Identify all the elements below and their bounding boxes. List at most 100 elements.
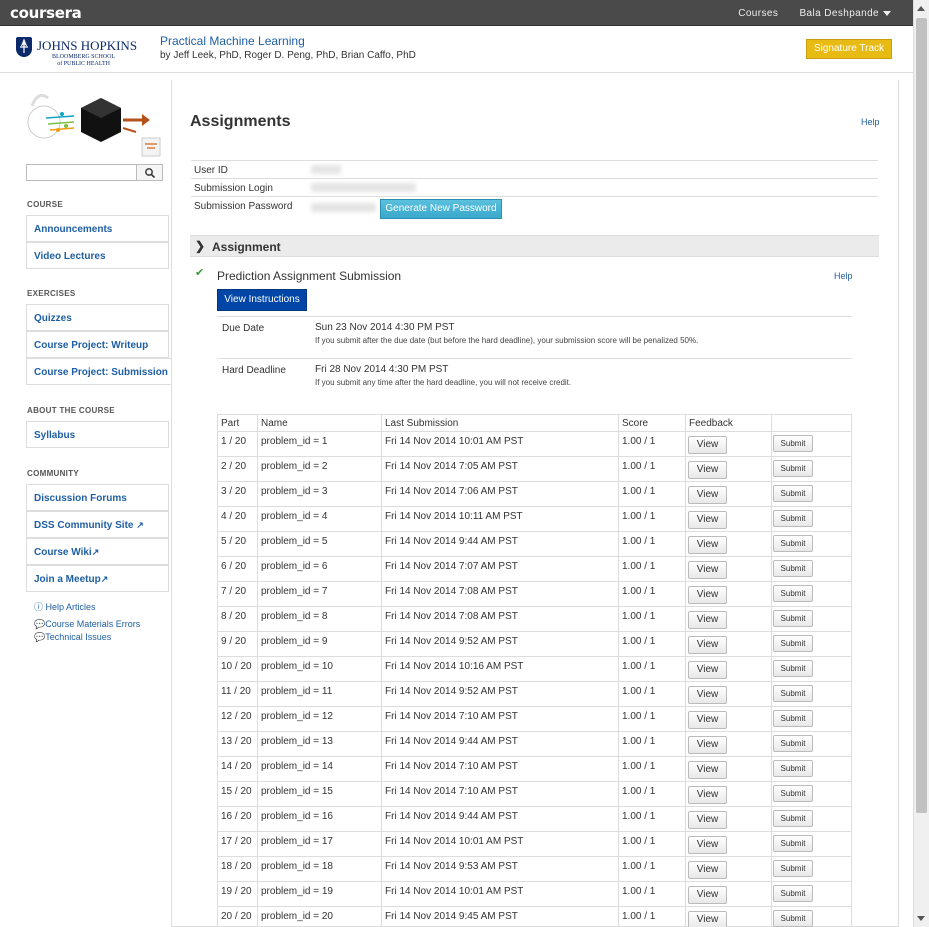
cell-part: 4 / 20 [221,511,247,522]
cell-part: 18 / 20 [221,861,252,872]
submit-button[interactable]: Submit [773,635,813,652]
view-feedback-button[interactable]: View [688,761,727,779]
cell-last-submission: Fri 14 Nov 2014 9:44 AM PST [385,536,518,547]
generate-password-button[interactable]: Generate New Password [380,199,502,219]
submit-button[interactable]: Submit [773,485,813,502]
hard-deadline-note: If you submit any time after the hard de… [315,378,572,387]
submit-button[interactable]: Submit [773,910,813,927]
courses-link[interactable]: Courses [738,8,778,19]
view-feedback-button[interactable]: View [688,511,727,529]
submit-button[interactable]: Submit [773,810,813,827]
view-feedback-button[interactable]: View [688,611,727,629]
sidebar-search-input[interactable] [26,164,137,181]
sidebar-item-project-writeup[interactable]: Course Project: Writeup [26,331,169,358]
cell-part: 17 / 20 [221,836,252,847]
cell-name: problem_id = 7 [261,586,328,597]
submit-button[interactable]: Submit [773,610,813,627]
section-heading-exercises: EXERCISES [27,289,76,298]
view-instructions-button[interactable]: View Instructions [217,289,307,311]
view-feedback-button[interactable]: View [688,886,727,904]
view-feedback-button[interactable]: View [688,836,727,854]
scroll-thumb[interactable] [916,18,927,813]
assignment-section-toggle[interactable]: ❯ Assignment [190,235,879,257]
section-heading-course: COURSE [27,200,64,209]
course-materials-errors-link[interactable]: 💬Course Materials Errors [34,619,140,630]
cell-last-submission: Fri 14 Nov 2014 7:05 AM PST [385,461,518,472]
cell-part: 11 / 20 [221,686,251,697]
view-feedback-button[interactable]: View [688,586,727,604]
view-feedback-button[interactable]: View [688,561,727,579]
submit-button[interactable]: Submit [773,685,813,702]
course-title-link[interactable]: Practical Machine Learning [160,34,305,48]
user-name: Bala Deshpande [799,8,879,19]
view-feedback-button[interactable]: View [688,636,727,654]
cell-score: 1.00 / 1 [622,661,656,672]
signature-track-button[interactable]: Signature Track [806,39,892,59]
sidebar-item-announcements[interactable]: Announcements [26,215,169,242]
view-feedback-button[interactable]: View [688,861,727,879]
submit-button[interactable]: Submit [773,710,813,727]
submit-button[interactable]: Submit [773,560,813,577]
cell-last-submission: Fri 14 Nov 2014 7:08 AM PST [385,586,518,597]
submission-password-label: Submission Password [194,201,293,212]
submit-button[interactable]: Submit [773,835,813,852]
view-feedback-button[interactable]: View [688,536,727,554]
view-feedback-button[interactable]: View [688,486,727,504]
view-feedback-button[interactable]: View [688,461,727,479]
scroll-down-arrow-icon[interactable] [917,916,925,921]
join-meetup-label: Join a Meetup [34,574,101,585]
view-feedback-button[interactable]: View [688,736,727,754]
sidebar-item-discussion-forums[interactable]: Discussion Forums [26,484,169,511]
cell-name: problem_id = 4 [261,511,328,522]
sidebar-item-video-lectures[interactable]: Video Lectures [26,242,169,269]
sidebar-search-button[interactable] [136,164,163,181]
view-feedback-button[interactable]: View [688,436,727,454]
submit-button[interactable]: Submit [773,760,813,777]
technical-issues-link[interactable]: 💬Technical Issues [34,632,111,643]
cell-part: 7 / 20 [221,586,247,597]
help-link[interactable]: Help [861,117,880,127]
page-scrollbar[interactable] [913,0,929,927]
view-feedback-button[interactable]: View [688,811,727,829]
cell-score: 1.00 / 1 [622,586,656,597]
cell-part: 10 / 20 [221,661,252,672]
user-menu[interactable]: Bala Deshpande [799,8,891,19]
scroll-up-arrow-icon[interactable] [917,6,925,11]
sidebar-item-course-wiki[interactable]: Course Wiki↗ [26,538,169,565]
top-nav-bar: coursera Courses Bala Deshpande [0,0,913,26]
sidebar-item-quizzes[interactable]: Quizzes [26,304,169,331]
sidebar-item-syllabus[interactable]: Syllabus [26,421,169,448]
header-last-submission: Last Submission [385,418,459,429]
view-feedback-button[interactable]: View [688,786,727,804]
submit-button[interactable]: Submit [773,535,813,552]
table-row: 19 / 20 problem_id = 19 Fri 14 Nov 2014 10… [218,882,851,907]
submit-button[interactable]: Submit [773,435,813,452]
view-feedback-button[interactable]: View [688,911,727,927]
submit-button[interactable]: Submit [773,860,813,877]
cell-last-submission: Fri 14 Nov 2014 9:44 AM PST [385,736,518,747]
cell-name: problem_id = 1 [261,436,328,447]
jhu-logo[interactable]: JOHNS HOPKINS BLOOMBERG SCHOOL of PUBLIC… [16,37,137,67]
coursera-logo[interactable]: coursera [10,4,82,22]
help-articles-link[interactable]: ⓘ Help Articles [34,600,96,613]
assignment-section-label: Assignment [212,240,281,254]
view-feedback-button[interactable]: View [688,711,727,729]
view-feedback-button[interactable]: View [688,661,727,679]
cell-score: 1.00 / 1 [622,836,656,847]
cell-part: 14 / 20 [221,761,252,772]
submit-button[interactable]: Submit [773,460,813,477]
sidebar-item-join-meetup[interactable]: Join a Meetup↗ [26,565,169,592]
submit-button[interactable]: Submit [773,510,813,527]
cell-name: problem_id = 2 [261,461,328,472]
table-row: 13 / 20 problem_id = 13 Fri 14 Nov 2014 9:… [218,732,851,757]
submit-button[interactable]: Submit [773,735,813,752]
submit-button[interactable]: Submit [773,660,813,677]
submit-button[interactable]: Submit [773,585,813,602]
view-feedback-button[interactable]: View [688,686,727,704]
sidebar-item-dss-community[interactable]: DSS Community Site ↗ [26,511,169,538]
sidebar-item-project-submission[interactable]: Course Project: Submission [26,358,171,385]
submit-button[interactable]: Submit [773,885,813,902]
cell-score: 1.00 / 1 [622,786,656,797]
submit-button[interactable]: Submit [773,785,813,802]
submission-help-link[interactable]: Help [834,271,853,281]
